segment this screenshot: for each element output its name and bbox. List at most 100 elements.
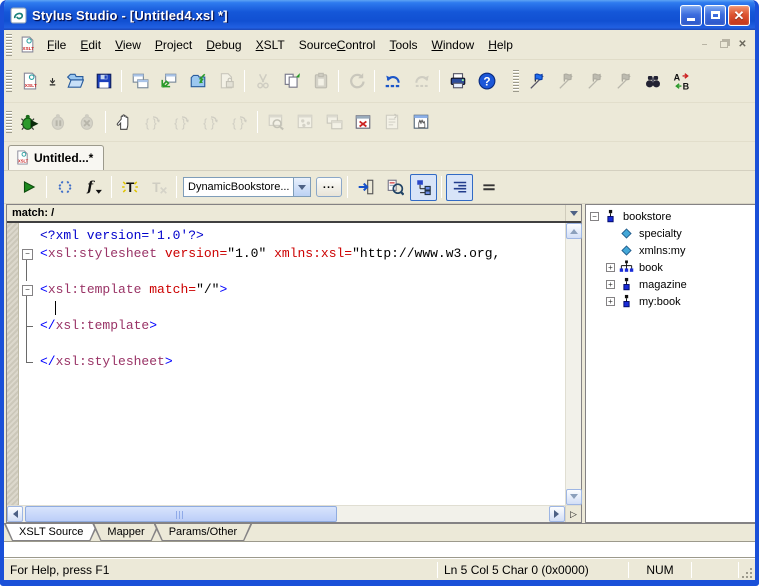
step-into-button: { } <box>139 109 166 136</box>
menu-window[interactable]: Window <box>426 35 481 55</box>
pane-splitter-button[interactable]: ▷ <box>565 506 581 522</box>
scenario-properties-button[interactable] <box>51 174 78 201</box>
tree-item-label: specialty <box>639 228 682 240</box>
minimize-button[interactable] <box>680 5 702 26</box>
fold-toggle[interactable] <box>19 281 35 299</box>
scrollbar-thumb[interactable] <box>25 506 337 522</box>
toolbar-separator <box>439 70 440 92</box>
close-icon: ✕ <box>734 9 745 22</box>
whitespace-button[interactable] <box>475 174 502 201</box>
preview-window-button[interactable] <box>381 174 408 201</box>
tree-item-specialty[interactable]: specialty <box>590 225 755 242</box>
start-debugging-button[interactable] <box>16 109 43 136</box>
breakpoint-gutter[interactable] <box>7 223 19 505</box>
menu-tools[interactable]: Tools <box>383 35 423 55</box>
menu-debug[interactable]: Debug <box>200 35 247 55</box>
mdi-restore-button[interactable] <box>715 37 732 52</box>
copy-button[interactable] <box>278 68 305 95</box>
code-line[interactable] <box>19 335 565 353</box>
text-highlight-button[interactable]: T <box>116 174 143 201</box>
tree-item-bookstore[interactable]: −bookstore <box>590 208 755 225</box>
help-button[interactable]: ? <box>473 68 500 95</box>
tab-mapper[interactable]: Mapper <box>92 524 159 541</box>
scenario-select-dropdown-button[interactable] <box>293 178 310 196</box>
find-button[interactable] <box>639 68 666 95</box>
horizontal-scrollbar[interactable] <box>7 506 565 522</box>
open-in-window-button[interactable] <box>155 68 182 95</box>
tree-item-xmlns-my[interactable]: xmlns:my <box>590 242 755 259</box>
menu-project[interactable]: Project <box>149 35 198 55</box>
tab-params-other[interactable]: Params/Other <box>154 524 252 541</box>
tree-item-book[interactable]: +book <box>590 259 755 276</box>
tree-item-magazine[interactable]: +magazine <box>590 276 755 293</box>
menu-help[interactable]: Help <box>482 35 519 55</box>
preview-result-button[interactable] <box>15 174 42 201</box>
fold-toggle[interactable] <box>19 245 35 263</box>
scroll-left-button[interactable] <box>7 506 23 522</box>
tree-expander[interactable]: + <box>606 297 615 306</box>
mdi-minimize-button[interactable]: – <box>696 37 713 52</box>
paste-button <box>307 68 334 95</box>
toolbar-grip[interactable] <box>513 70 519 92</box>
menu-file[interactable]: File <box>41 35 72 55</box>
match-dropdown-button[interactable] <box>565 205 581 221</box>
tree-item-my-book[interactable]: +my:book <box>590 293 755 310</box>
save-button[interactable] <box>90 68 117 95</box>
maximize-button[interactable] <box>704 5 726 26</box>
close-preview-button[interactable] <box>349 109 376 136</box>
element-icon <box>619 277 634 292</box>
mdi-close-button[interactable]: ✕ <box>734 37 751 52</box>
goto-definition-button[interactable] <box>352 174 379 201</box>
code-editor[interactable]: <?xml version='1.0'?><xsl:stylesheet ver… <box>7 223 581 505</box>
new-document-dropdown[interactable] <box>45 68 59 95</box>
code-line[interactable] <box>19 263 565 281</box>
menu-view[interactable]: View <box>109 35 147 55</box>
scroll-down-button[interactable] <box>566 489 582 505</box>
toolbar-grip[interactable] <box>6 70 12 92</box>
print-button[interactable] <box>444 68 471 95</box>
menu-xslt[interactable]: XSLT <box>250 35 291 55</box>
tree-expander[interactable]: + <box>606 280 615 289</box>
tree-expander[interactable]: + <box>606 263 615 272</box>
new-xslt-document-button[interactable]: XSLT <box>16 68 43 95</box>
code-line[interactable]: </xsl:stylesheet> <box>19 353 565 371</box>
open-button[interactable] <box>61 68 88 95</box>
code-text: <xsl:template match="/"> <box>35 281 227 299</box>
binoculars-icon <box>644 72 662 90</box>
code-line[interactable]: <xsl:stylesheet version="1.0" xmlns:xsl=… <box>19 245 565 263</box>
hbars-icon <box>480 178 498 196</box>
code-line[interactable]: <xsl:template match="/"> <box>19 281 565 299</box>
new-window-button[interactable] <box>126 68 153 95</box>
toggle-bookmark-button[interactable] <box>523 68 550 95</box>
resize-grip[interactable] <box>739 565 753 579</box>
break-button[interactable] <box>110 109 137 136</box>
scroll-right-button[interactable] <box>549 506 565 522</box>
browse-scenarios-button[interactable]: ... <box>316 177 342 197</box>
svg-text:XSLT: XSLT <box>22 46 34 51</box>
compare-button[interactable]: AB <box>668 68 695 95</box>
undo-button[interactable] <box>379 68 406 95</box>
code-area[interactable]: <?xml version='1.0'?><xsl:stylesheet ver… <box>19 223 565 505</box>
toolbar-grip[interactable] <box>6 111 12 133</box>
document-tab-untitled4[interactable]: XSLT Untitled...* <box>8 145 104 170</box>
tree-view-button[interactable] <box>410 174 437 201</box>
code-line[interactable]: <?xml version='1.0'?> <box>19 227 565 245</box>
menu-edit[interactable]: Edit <box>74 35 107 55</box>
tab-xslt-source[interactable]: XSLT Source <box>4 524 98 541</box>
svg-text:B: B <box>682 81 689 90</box>
menu-sourcecontrol[interactable]: SourceControl <box>293 35 382 55</box>
function-list-button[interactable]: f <box>80 174 107 201</box>
open-from-folder-button[interactable] <box>184 68 211 95</box>
cut-icon <box>254 72 272 90</box>
window-hand-button[interactable] <box>407 109 434 136</box>
scenario-select[interactable]: DynamicBookstore... <box>183 177 311 197</box>
code-line[interactable] <box>19 299 565 317</box>
code-line[interactable]: </xsl:template> <box>19 317 565 335</box>
svg-text:{ }: { } <box>203 116 215 130</box>
align-right-button[interactable] <box>446 174 473 201</box>
menu-grip[interactable] <box>6 34 12 56</box>
close-button[interactable]: ✕ <box>728 5 750 26</box>
vertical-scrollbar[interactable] <box>565 223 581 505</box>
tree-expander[interactable]: − <box>590 212 599 221</box>
scroll-up-button[interactable] <box>566 223 582 239</box>
